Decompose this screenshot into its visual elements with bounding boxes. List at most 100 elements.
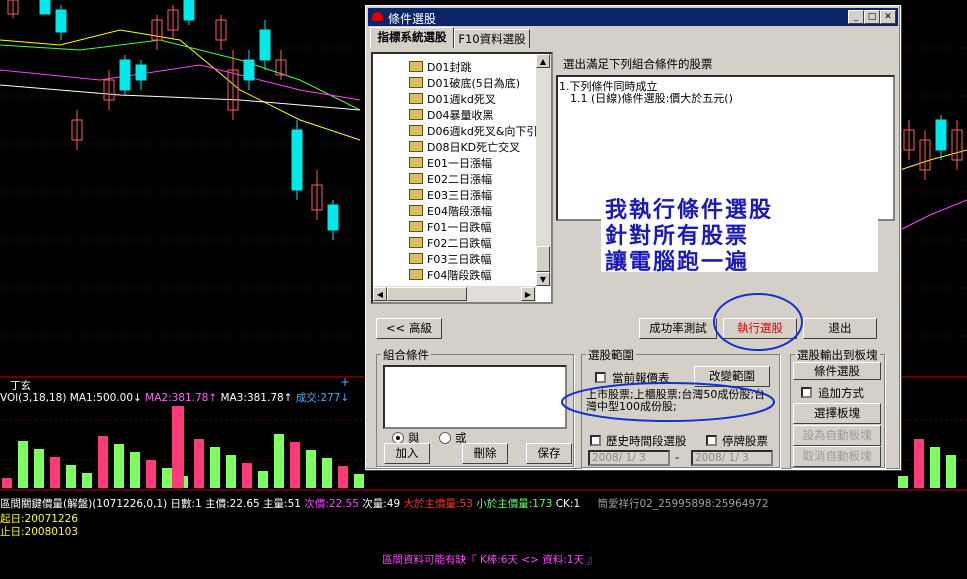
suspended-checkbox[interactable] bbox=[706, 435, 717, 446]
tree-item-label: F04階段跌幅 bbox=[427, 269, 492, 282]
formula-icon bbox=[409, 61, 423, 72]
volume-bar bbox=[930, 447, 940, 488]
date-from-picker[interactable]: 2008/ 1/ 3 bbox=[588, 450, 670, 466]
volume-bar bbox=[306, 450, 316, 488]
volume-bar bbox=[18, 441, 28, 488]
tree-item[interactable]: F04階段跌幅 bbox=[409, 268, 491, 284]
tree-item[interactable]: F03三日跌幅 bbox=[409, 252, 491, 268]
append-checkbox[interactable] bbox=[801, 387, 812, 398]
tree-item[interactable]: D01破底(5日為底) bbox=[409, 76, 520, 92]
chart-status-line: 區間關鍵價量(解盤)(1071226,0,1) 日數:1 主價:22.65 主量… bbox=[0, 498, 769, 510]
volume-bar bbox=[130, 452, 140, 488]
tab-indicator-screener[interactable]: 指標系統選股 bbox=[370, 27, 454, 48]
tree-hscroll[interactable]: ◀ ▶ bbox=[373, 286, 536, 302]
combo-list[interactable] bbox=[383, 365, 567, 429]
tree-item[interactable]: F01一日跌幅 bbox=[409, 220, 491, 236]
formula-icon bbox=[409, 269, 423, 280]
volume-bar bbox=[898, 476, 908, 488]
current-quote-checkbox[interactable] bbox=[595, 372, 606, 383]
tree-item-label: E01一日漲幅 bbox=[427, 157, 492, 170]
indicator-tree: D01封跳 D01破底(5日為底) D01週kd死叉 D04暴量收黑 D06週kd死叉&… bbox=[371, 52, 553, 304]
add-button[interactable]: 加入 bbox=[384, 443, 430, 464]
set-auto-block-button[interactable]: 設為自動板塊 bbox=[793, 425, 881, 446]
tree-item[interactable]: F02二日跌幅 bbox=[409, 236, 491, 252]
formula-icon bbox=[409, 253, 423, 264]
candle-body bbox=[243, 59, 255, 81]
tree-item-label: F03三日跌幅 bbox=[427, 253, 492, 266]
date-from-value: 2008/ 1/ 3 bbox=[592, 452, 646, 464]
date-to-picker[interactable]: 2008/ 1/ 3 bbox=[691, 450, 773, 466]
current-quote-label: 當前報價表 bbox=[612, 371, 670, 385]
range-group: 選股範圍 當前報價表 改變範圍 上市股票;上櫃股票;台灣50成份股;台灣中型10… bbox=[581, 347, 780, 468]
exit-button[interactable]: 退出 bbox=[803, 318, 877, 339]
data-footer: 區間資料可能有缺『 K棒:6天 <> 資料:1天 』 bbox=[382, 554, 598, 566]
delete-button[interactable]: 刪除 bbox=[462, 443, 508, 464]
tree-item-label: E04階段漲幅 bbox=[427, 205, 492, 218]
formula-icon bbox=[409, 93, 423, 104]
dialog-title: 條件選股 bbox=[388, 12, 437, 26]
volume-bar bbox=[146, 460, 156, 488]
scroll-up-icon[interactable]: ▲ bbox=[536, 54, 550, 68]
tree-vscroll[interactable]: ▲ ▼ bbox=[536, 54, 551, 286]
candle-body bbox=[55, 9, 67, 33]
select-block-button[interactable]: 選擇板塊 bbox=[793, 403, 881, 424]
formula-icon bbox=[409, 173, 423, 184]
volume-bar bbox=[338, 466, 348, 488]
ma-line-yellow bbox=[0, 29, 361, 141]
tab-f10-screener[interactable]: F10資料選股 bbox=[454, 29, 530, 48]
tree-item-label: E02二日漲幅 bbox=[427, 173, 492, 186]
save-button[interactable]: 保存 bbox=[526, 443, 572, 464]
maximize-icon[interactable]: □ bbox=[864, 10, 880, 24]
range-group-label: 選股範圍 bbox=[586, 347, 636, 363]
scroll-right-icon[interactable]: ▶ bbox=[521, 287, 535, 301]
volume-bar bbox=[226, 455, 236, 488]
change-range-button[interactable]: 改變範圍 bbox=[694, 366, 770, 387]
advanced-button[interactable]: << 高級 bbox=[376, 318, 442, 339]
tree-item[interactable]: E01一日漲幅 bbox=[409, 156, 492, 172]
crosshair-plus: + bbox=[340, 375, 350, 389]
date-separator: - bbox=[675, 450, 680, 464]
history-checkbox[interactable] bbox=[590, 435, 601, 446]
volume-bar bbox=[242, 463, 252, 488]
tree-item[interactable]: D04暴量收黑 bbox=[409, 108, 493, 124]
output-mode-button[interactable]: 條件選股 bbox=[793, 362, 881, 380]
candle-body bbox=[291, 129, 303, 191]
or-radio[interactable] bbox=[439, 432, 451, 444]
tree-item[interactable]: D01週kd死叉 bbox=[409, 92, 496, 108]
tree-item[interactable]: E03三日漲幅 bbox=[409, 188, 492, 204]
tree-item-label: D01封跳 bbox=[427, 61, 472, 74]
tree-item-label: D04暴量收黑 bbox=[427, 109, 494, 122]
candle-body bbox=[135, 64, 147, 81]
tree-item-label: D01破底(5日為底) bbox=[427, 77, 521, 90]
scroll-left-icon[interactable]: ◀ bbox=[373, 287, 387, 301]
tree-item[interactable]: D08日KD死亡交叉 bbox=[409, 140, 520, 156]
candle-body bbox=[39, 0, 51, 15]
tree-item[interactable]: E02二日漲幅 bbox=[409, 172, 492, 188]
output-group: 選股輸出到板塊 條件選股 追加方式 選擇板塊 設為自動板塊 取消自動板塊 bbox=[790, 347, 885, 468]
formula-icon bbox=[409, 125, 423, 136]
tree-item-label: D08日KD死亡交叉 bbox=[427, 141, 521, 154]
tree-item-label: D06週kd死叉&向下引 bbox=[427, 125, 538, 138]
ma-line-white bbox=[0, 84, 361, 111]
candle-body bbox=[259, 29, 271, 61]
combo-group-label: 組合條件 bbox=[381, 347, 431, 363]
candle-body bbox=[119, 59, 131, 91]
tree-item[interactable]: D06週kd死叉&向下引 bbox=[409, 124, 537, 140]
cancel-auto-block-button[interactable]: 取消自動板塊 bbox=[793, 446, 881, 467]
hscroll-thumb[interactable] bbox=[387, 287, 467, 301]
execute-button[interactable]: 執行選股 bbox=[723, 318, 797, 339]
volume-bar bbox=[914, 439, 924, 488]
right-header: 選出滿足下列組合條件的股票 bbox=[563, 57, 713, 71]
dialog-titlebar[interactable]: 條件選股 _ □ ✕ bbox=[368, 8, 898, 26]
tree-item[interactable]: D01封跳 bbox=[409, 60, 471, 76]
scroll-thumb[interactable] bbox=[536, 246, 550, 272]
indicator-line: VOl(3,18,18) MA1:500.00↓ MA2:381.78↑ MA3… bbox=[0, 392, 350, 404]
minimize-icon[interactable]: _ bbox=[848, 10, 864, 24]
scroll-down-icon[interactable]: ▼ bbox=[536, 272, 550, 286]
formula-icon bbox=[409, 189, 423, 200]
backtest-button[interactable]: 成功率測試 bbox=[639, 318, 717, 339]
tree-item-label: F02二日跌幅 bbox=[427, 237, 492, 250]
close-icon[interactable]: ✕ bbox=[880, 10, 896, 24]
tree-item[interactable]: E04階段漲幅 bbox=[409, 204, 492, 220]
formula-icon bbox=[409, 157, 423, 168]
